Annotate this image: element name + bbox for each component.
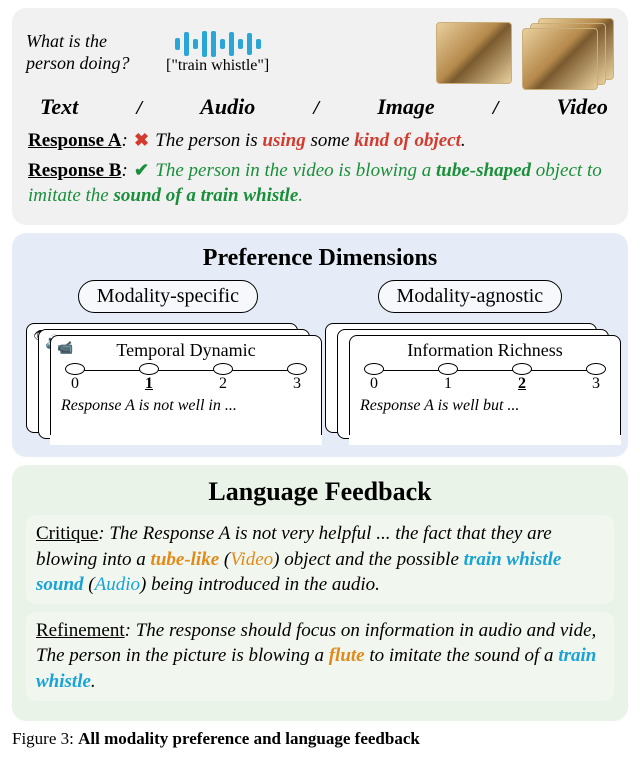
modality-separator: /	[493, 97, 499, 120]
audio-tag: Audio	[95, 574, 140, 595]
video-thumbnail-stack	[522, 18, 614, 88]
rating-cards-row: 👁 🔊 📹 Temporal Dynamic 0 1 2 3 Response …	[26, 323, 614, 445]
modality-separator: /	[313, 97, 319, 120]
refinement-label: Refinement	[36, 620, 125, 641]
audio-caption: ["train whistle"]	[166, 57, 269, 75]
temporal-dynamic-card: 📹 Temporal Dynamic 0 1 2 3 Response A is…	[50, 335, 322, 445]
response-a-highlight-1: using	[262, 130, 305, 151]
information-richness-card: Information Richness 0 1 2 3 Response A …	[349, 335, 621, 445]
critique-block: Critique: The Response A is not very hel…	[26, 515, 614, 604]
video-camera-icon: 📹	[57, 340, 73, 356]
modality-audio-label: Audio	[200, 94, 255, 120]
cross-icon: ✖	[133, 128, 151, 152]
response-b-highlight-1: tube-shaped	[436, 160, 531, 181]
card-note: Response A is well but ...	[360, 397, 610, 415]
refinement-block: Refinement: The response should focus on…	[26, 612, 614, 701]
highlight-flute: flute	[329, 645, 365, 666]
rating-scale: 0 1 2 3	[360, 363, 610, 393]
response-b-label: Response B	[28, 160, 121, 181]
video-tag: Video	[230, 549, 273, 570]
check-icon: ✔	[133, 158, 151, 182]
modality-text-label: Text	[40, 94, 78, 120]
modality-labels-row: Text / Audio / Image / Video	[26, 94, 614, 120]
waveform-icon	[175, 31, 261, 57]
card-note: Response A is not well in ...	[61, 397, 311, 415]
selected-tick: 2	[518, 375, 526, 393]
modality-image-label: Image	[377, 94, 434, 120]
inputs-row: What is the person doing? ["train whistl…	[26, 18, 614, 88]
modality-specific-pill: Modality-specific	[78, 280, 258, 313]
card-title: Information Richness	[360, 340, 610, 361]
preference-dimensions-panel: Preference Dimensions Modality-specific …	[12, 233, 628, 457]
modality-agnostic-pill: Modality-agnostic	[378, 280, 563, 313]
modality-separator: /	[136, 97, 142, 120]
figure-title: All modality preference and language fee…	[78, 729, 420, 748]
language-feedback-panel: Language Feedback Critique: The Response…	[12, 465, 628, 721]
language-feedback-title: Language Feedback	[26, 477, 614, 507]
response-b-highlight-2: sound of a train whistle	[113, 185, 298, 206]
inputs-and-responses-panel: What is the person doing? ["train whistl…	[12, 8, 628, 225]
figure-number: Figure 3:	[12, 729, 78, 748]
highlight-video-term: tube-like	[151, 549, 220, 570]
dimension-pill-row: Modality-specific Modality-agnostic	[26, 280, 614, 313]
image-thumbnail	[436, 22, 512, 84]
rating-scale: 0 1 2 3	[61, 363, 311, 393]
selected-tick: 1	[145, 375, 153, 393]
response-a-label: Response A	[28, 130, 121, 151]
preference-title: Preference Dimensions	[26, 245, 614, 272]
prompt-text: What is the person doing?	[26, 31, 156, 74]
audio-input-block: ["train whistle"]	[166, 31, 269, 75]
temporal-dynamic-card-stack: 👁 🔊 📹 Temporal Dynamic 0 1 2 3 Response …	[26, 323, 315, 445]
information-richness-card-stack: Information Richness 0 1 2 3 Response A …	[325, 323, 614, 445]
response-b-line: Response B: ✔ The person in the video is…	[28, 158, 612, 209]
response-a-highlight-2: kind of object	[354, 130, 461, 151]
modality-video-label: Video	[557, 94, 608, 120]
critique-label: Critique	[36, 523, 98, 544]
card-title: Temporal Dynamic	[61, 340, 311, 361]
figure-caption: Figure 3: All modality preference and la…	[12, 729, 628, 749]
response-a-line: Response A: ✖ The person is using some k…	[28, 128, 612, 154]
